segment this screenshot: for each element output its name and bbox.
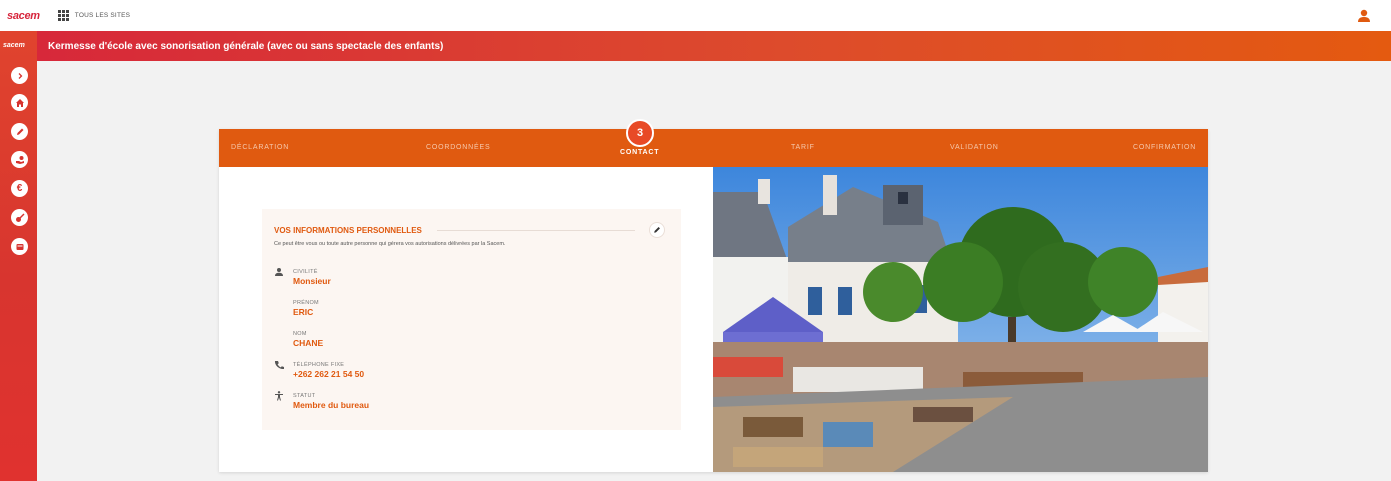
panel-title: VOS INFORMATIONS PERSONNELLES [274,226,422,235]
event-photo [713,167,1208,472]
sidebar-item-music[interactable] [11,209,28,226]
sidebar-item-accounts[interactable] [11,238,28,255]
all-sites-link[interactable]: TOUS LES SITES [75,12,130,19]
accessibility-person-icon [275,391,283,401]
field-label: CIVILITÉ [293,269,318,275]
form-card: DÉCLARATION COORDONNÉES 3 CONTACT TARIF … [219,119,1208,472]
page-title: Kermesse d'école avec sonorisation génér… [48,40,444,52]
field-value: Monsieur [293,276,331,286]
field-value: Membre du bureau [293,400,370,410]
guitar-icon [15,213,24,222]
apps-grid-icon[interactable] [57,10,69,21]
sidebar: sacem € [0,31,37,481]
field-value: ERIC [293,307,314,317]
stepper: DÉCLARATION COORDONNÉES 3 CONTACT TARIF … [219,119,1208,167]
field-label: NOM [293,331,307,337]
sidebar-item-home[interactable] [11,94,28,111]
edit-button[interactable] [649,222,665,238]
sidebar-logo: sacem [3,42,25,49]
title-divider [437,230,635,231]
phone-icon [274,361,284,370]
step-contact[interactable]: CONTACT [620,149,659,156]
step-confirmation[interactable]: CONFIRMATION [1133,144,1196,151]
sidebar-item-billing[interactable]: € [11,180,28,197]
wallet-icon [16,243,23,250]
hand-money-icon [15,155,24,164]
field-prenom: PRÉNOM ERIC [293,300,319,317]
field-value: CHANE [293,338,324,348]
top-bar: sacem TOUS LES SITES [0,0,1391,31]
pencil-icon [16,128,23,135]
market-scene-image [713,167,1208,472]
person-icon [275,268,283,276]
field-nom: NOM CHANE [293,331,323,348]
field-value: +262 262 21 54 50 [293,369,365,379]
field-label: STATUT [293,393,316,399]
active-step-number: 3 [626,119,654,147]
field-statut: STATUT Membre du bureau [293,393,369,410]
euro-icon: € [16,182,23,194]
field-civilite: CIVILITÉ Monsieur [293,269,331,286]
pencil-icon [654,227,660,233]
sidebar-item-declaration[interactable] [11,123,28,140]
chevron-right-icon [18,72,22,79]
personal-info-panel: VOS INFORMATIONS PERSONNELLES Ce peut êt… [262,209,681,430]
step-validation[interactable]: VALIDATION [950,144,999,151]
sacem-logo[interactable]: sacem [7,10,40,22]
field-label: TÉLÉPHONE FIXE [293,362,345,368]
sidebar-item-payments[interactable] [11,151,28,168]
field-telephone: TÉLÉPHONE FIXE +262 262 21 54 50 [293,362,364,379]
panel-subtitle: Ce peut être vous ou toute autre personn… [274,241,506,247]
user-account-icon[interactable] [1357,9,1371,23]
step-tarif[interactable]: TARIF [791,144,815,151]
page-header: Kermesse d'école avec sonorisation génér… [37,31,1391,61]
home-icon [15,98,24,107]
step-coordonnees[interactable]: COORDONNÉES [426,144,490,151]
field-label: PRÉNOM [293,300,319,306]
sidebar-expand-button[interactable] [11,67,28,84]
step-declaration[interactable]: DÉCLARATION [231,144,289,151]
